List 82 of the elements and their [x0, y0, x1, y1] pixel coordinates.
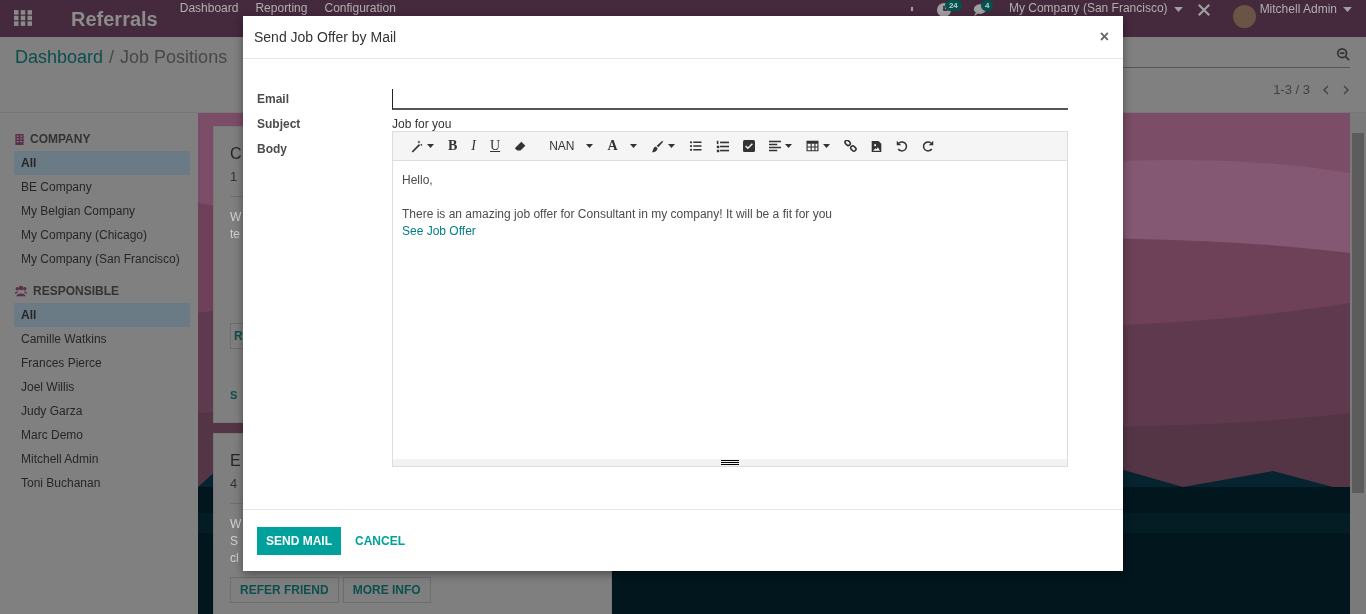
filter-item[interactable]: Frances Pierce — [14, 351, 190, 375]
close-button[interactable]: × — [1096, 28, 1112, 46]
card-subtitle: 4 — [230, 476, 238, 491]
filter-item[interactable]: Joel Willis — [14, 375, 190, 399]
bullet-list-icon — [688, 140, 702, 152]
card-text: te — [230, 226, 240, 243]
caret-icon — [427, 144, 434, 148]
brush-icon — [650, 139, 664, 153]
caret-icon — [1343, 7, 1352, 12]
count-badge: 4 — [980, 0, 994, 11]
card-button[interactable]: MORE INFO — [342, 577, 431, 603]
menu-item[interactable]: Configuration — [324, 1, 396, 15]
breadcrumb-current: Job Positions — [120, 47, 228, 69]
user-menu[interactable]: Mitchell Admin — [1259, 2, 1337, 16]
filter-item[interactable]: Camille Watkins — [14, 327, 190, 351]
image-icon — [870, 139, 882, 153]
company-switcher[interactable]: My Company (San Francisco) — [1008, 1, 1168, 15]
users-icon — [14, 285, 28, 297]
card-text: W — [230, 516, 242, 533]
next-icon — [1342, 83, 1350, 96]
previous-icon — [1322, 83, 1330, 96]
filter-item[interactable]: All — [14, 303, 190, 327]
cancel-button[interactable]: CANCEL — [347, 526, 413, 555]
field-label: Subject — [257, 116, 302, 133]
card-text: W — [230, 209, 242, 226]
filter-item[interactable]: All — [14, 151, 190, 175]
caret-icon — [1173, 7, 1183, 12]
menu-item[interactable]: Dashboard — [179, 1, 239, 15]
pager-value: 1-3 / 3 — [1273, 82, 1310, 97]
scrollbar[interactable] — [1350, 113, 1366, 614]
section-title: COMPANY — [30, 132, 91, 146]
redo-icon — [921, 140, 934, 152]
search-icon — [1336, 47, 1350, 61]
toolbar-button[interactable]: I — [464, 135, 483, 157]
body-text: There is an amazing job offer for Consultant in my company! It will be a fit for you — [402, 206, 833, 223]
link-icon — [843, 139, 857, 153]
undo-icon — [895, 140, 908, 152]
body-text: Hello, — [402, 172, 434, 189]
app-title: Referrals — [71, 7, 158, 31]
caret-icon — [667, 144, 675, 148]
table-icon — [805, 140, 819, 152]
filter-item[interactable]: BE Company — [14, 175, 190, 199]
caret-icon — [822, 144, 830, 148]
send-button[interactable]: SEND MAIL — [257, 526, 341, 555]
filter-item[interactable]: Marc Demo — [14, 423, 190, 447]
field-label: Email — [257, 91, 290, 108]
card-button[interactable]: REFER FRIEND — [230, 577, 339, 603]
filter-item[interactable]: Mitchell Admin — [14, 447, 190, 471]
filter-item[interactable]: My Company (Chicago) — [14, 223, 190, 247]
apps-menu-icon — [14, 9, 32, 26]
toolbar-button[interactable]: U — [483, 135, 508, 157]
menu-item[interactable]: Reporting — [255, 1, 308, 15]
job-offer-link[interactable]: See Job Offer — [402, 223, 1058, 240]
filter-item[interactable]: My Company (San Francisco) — [14, 247, 190, 271]
dialog-title: Send Job Offer by Mail — [254, 29, 397, 45]
eraser-icon — [514, 139, 528, 153]
building-icon — [14, 132, 25, 146]
caret-icon — [586, 144, 594, 148]
caret-icon — [629, 144, 637, 148]
toolbar-button[interactable]: A — [600, 135, 644, 157]
field-label: Body — [257, 141, 288, 158]
card-subtitle: 1 — [230, 169, 238, 184]
breadcrumb-link[interactable]: Dashboard — [15, 47, 104, 112]
breadcrumb-separator: / — [109, 47, 115, 69]
card-title: C — [230, 145, 242, 163]
card-text: cl — [230, 550, 239, 567]
toolbar-button[interactable]: B — [441, 135, 465, 157]
caret-icon — [784, 144, 792, 148]
magic-wand-icon — [410, 139, 423, 153]
card-title: E — [230, 452, 241, 470]
count-badge: 24 — [944, 0, 962, 11]
checkbox-icon — [742, 140, 755, 152]
filter-item[interactable]: Toni Buchanan — [14, 471, 190, 495]
filter-item[interactable]: Judy Garza — [14, 399, 190, 423]
resize-grip-icon — [721, 460, 739, 465]
tools-icon — [1196, 3, 1211, 17]
filter-item[interactable]: My Belgian Company — [14, 199, 190, 223]
align-left-icon — [768, 140, 781, 152]
section-title: RESPONSIBLE — [33, 284, 119, 298]
toolbar-button[interactable]: NAN — [534, 135, 601, 157]
numbered-list-icon — [715, 139, 729, 153]
card-text: S — [230, 533, 238, 550]
